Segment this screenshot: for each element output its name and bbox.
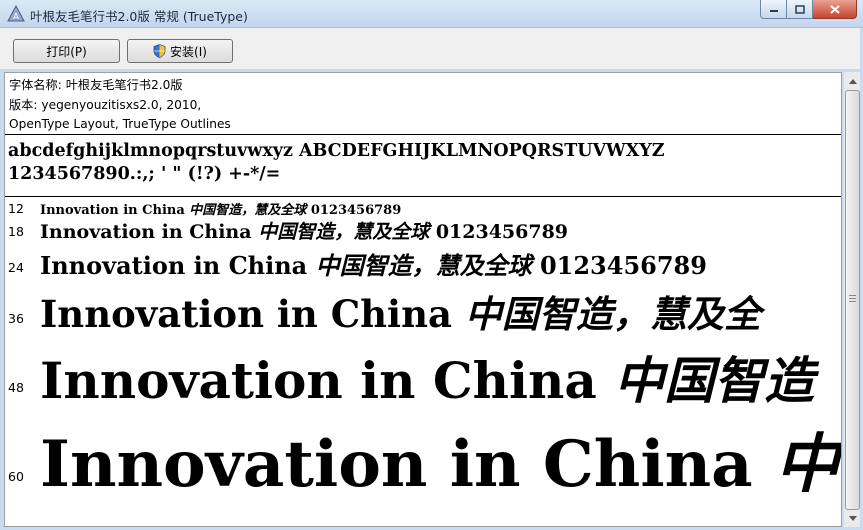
sample-row-36: 36 Innovation in China 中国智造，慧及全 xyxy=(5,284,841,340)
font-preview-pane[interactable]: 字体名称: 叶根友毛笔行书2.0版 版本: yegenyouzitisxs2.0… xyxy=(4,72,842,527)
title-bar[interactable]: A 叶根友毛笔行书2.0版 常规 (TrueType) xyxy=(0,0,863,28)
print-button[interactable]: 打印(P) xyxy=(13,39,120,63)
toolbar: 打印(P) 安装(I) xyxy=(0,28,863,70)
size-label: 60 xyxy=(8,469,24,484)
sample-cjk: 中国智造，慧及全 xyxy=(464,292,761,336)
sample-cjk: 中国 xyxy=(774,427,841,502)
arrow-up-icon xyxy=(848,78,857,84)
scrollbar-grip xyxy=(849,301,856,302)
sample-row-48: 48 Innovation in China 中国智造 xyxy=(5,340,841,413)
sample-text: Innovation in China 中国智造，慧及全 xyxy=(40,284,761,338)
window-title: 叶根友毛笔行书2.0版 常规 (TrueType) xyxy=(30,9,248,24)
size-label: 18 xyxy=(8,224,24,239)
svg-text:A: A xyxy=(13,12,19,21)
arrow-down-icon xyxy=(848,515,857,521)
maximize-icon xyxy=(794,4,805,14)
size-label: 48 xyxy=(8,380,24,395)
window-controls xyxy=(760,0,857,20)
sample-text: Innovation in China 中国智造，慧及全球 0123456789 xyxy=(40,217,568,244)
print-button-label: 打印(P) xyxy=(46,44,87,59)
vertical-scrollbar[interactable] xyxy=(843,72,860,527)
scroll-down-button[interactable] xyxy=(845,510,860,526)
font-version-line: 版本: yegenyouzitisxs2.0, 2010, xyxy=(9,97,202,112)
charset-symbols: 1234567890.:,; ' " (!?) +-*/= xyxy=(8,164,281,184)
font-name-line: 字体名称: 叶根友毛笔行书2.0版 xyxy=(9,78,183,92)
sample-row-60: 60 Innovation in China 中国 xyxy=(5,413,841,506)
scroll-up-button[interactable] xyxy=(845,73,860,89)
sample-row-12: 12 Innovation in China 中国智造，慧及全球 0123456… xyxy=(5,198,841,218)
font-tech-line: OpenType Layout, TrueType Outlines xyxy=(9,117,231,131)
sample-row-24: 24 Innovation in China 中国智造，慧及全球 0123456… xyxy=(5,245,841,283)
separator xyxy=(5,196,841,197)
sample-latin: Innovation in China xyxy=(40,251,316,280)
sample-latin: Innovation in China xyxy=(40,427,775,502)
sample-latin: Innovation in China xyxy=(40,351,615,410)
sample-digits: 0123456789 xyxy=(429,221,569,243)
sample-cjk: 中国智造，慧及全球 xyxy=(315,251,532,280)
scrollbar-thumb[interactable] xyxy=(845,90,860,510)
sample-digits: 0123456789 xyxy=(306,203,402,218)
sample-latin: Innovation in China xyxy=(40,221,259,243)
separator xyxy=(5,134,841,135)
sample-text: Innovation in China 中国智造，慧及全球 0123456789 xyxy=(40,246,707,281)
sample-cjk: 中国智造 xyxy=(614,351,815,410)
minimize-icon xyxy=(769,10,778,12)
font-file-icon: A xyxy=(7,5,25,22)
uac-shield-icon xyxy=(153,44,166,58)
close-button[interactable] xyxy=(813,0,857,19)
sample-latin: Innovation in China xyxy=(40,203,190,218)
close-icon xyxy=(829,4,840,14)
sample-row-18: 18 Innovation in China 中国智造，慧及全球 0123456… xyxy=(5,217,841,245)
sample-digits: 0123456789 xyxy=(531,251,707,280)
size-label: 12 xyxy=(8,201,24,216)
sample-text: Innovation in China 中国智造，慧及全球 0123456789 xyxy=(40,199,401,218)
install-button-label: 安装(I) xyxy=(170,44,207,59)
sample-cjk: 中国智造，慧及全球 xyxy=(258,221,430,243)
sample-latin: Innovation in China xyxy=(40,292,465,336)
size-label: 24 xyxy=(8,260,24,275)
install-button[interactable]: 安装(I) xyxy=(127,39,233,63)
sample-cjk: 中国智造，慧及全球 xyxy=(189,203,307,218)
maximize-button[interactable] xyxy=(787,0,813,19)
sample-text: Innovation in China 中国 xyxy=(40,413,841,505)
minimize-button[interactable] xyxy=(760,0,787,19)
character-set-preview: abcdefghijklmnopqrstuvwxyz ABCDEFGHIJKLM… xyxy=(8,140,665,186)
sample-text: Innovation in China 中国智造 xyxy=(40,341,814,413)
scrollbar-grip xyxy=(849,295,856,296)
font-info: 字体名称: 叶根友毛笔行书2.0版 版本: yegenyouzitisxs2.0… xyxy=(5,73,841,135)
charset-letters: abcdefghijklmnopqrstuvwxyz ABCDEFGHIJKLM… xyxy=(8,141,665,161)
size-label: 36 xyxy=(8,311,24,326)
scrollbar-grip xyxy=(849,298,856,299)
